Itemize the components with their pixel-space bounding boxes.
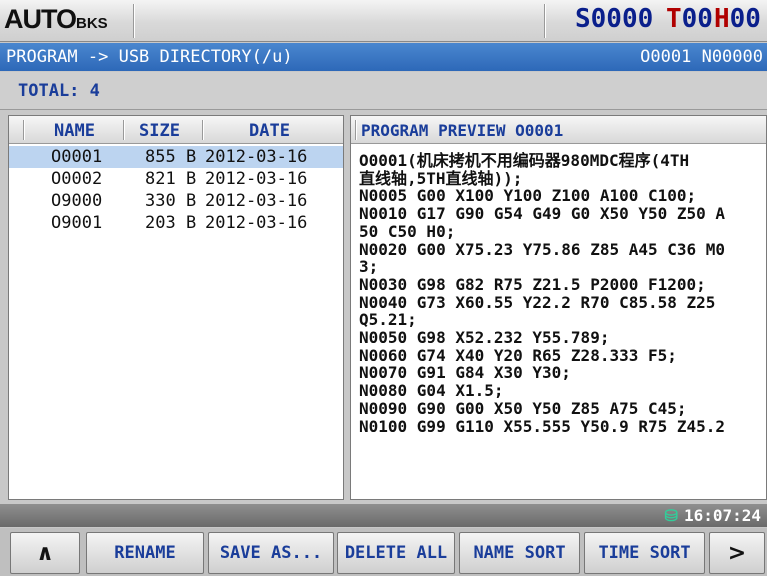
preview-header: PROGRAM PREVIEW O0001 xyxy=(351,116,766,144)
page-title: PROGRAM -> USB DIRECTORY(/u) xyxy=(6,47,293,67)
file-date: 2012-03-16 xyxy=(205,147,308,167)
preview-line: N0080 G04 X1.5; xyxy=(359,381,504,401)
file-row[interactable]: O9000 330 B 2012-03-16 xyxy=(9,190,343,212)
preview-line: N0010 G17 G90 G54 G49 G0 X50 Y50 Z50 A xyxy=(359,204,726,224)
preview-line: N0060 G74 X40 Y20 R65 Z28.333 F5; xyxy=(359,345,677,365)
top-status-bar: AUTOBKS S0000 T00 H00 xyxy=(0,0,767,42)
column-size[interactable]: SIZE xyxy=(139,121,180,141)
page-title-bar: PROGRAM -> USB DIRECTORY(/u) O0001 N0000… xyxy=(0,43,767,71)
clock: ⛁ 16:07:24 xyxy=(665,506,761,525)
preview-title: PROGRAM PREVIEW O0001 xyxy=(361,121,564,140)
file-date: 2012-03-16 xyxy=(205,213,308,233)
column-date[interactable]: DATE xyxy=(249,121,290,141)
softkey-bar: ∧ RENAME SAVE AS... DELETE ALL NAME SORT… xyxy=(0,528,767,576)
file-name: O0002 xyxy=(51,169,103,189)
file-date: 2012-03-16 xyxy=(205,169,308,189)
program-number: O0001 N00000 xyxy=(640,47,763,67)
file-size: 821 B xyxy=(145,169,197,189)
operation-mode: AUTOBKS xyxy=(4,4,108,34)
preview-line: 50 C50 H0; xyxy=(359,221,456,241)
preview-line: N0040 G73 X60.55 Y22.2 R70 C85.58 Z25 xyxy=(359,292,716,312)
file-size: 203 B xyxy=(145,213,197,233)
file-size: 330 B xyxy=(145,191,197,211)
usb-icon: ⛁ xyxy=(664,506,678,525)
file-name: O9000 xyxy=(51,191,103,211)
status-bar: ⛁ 16:07:24 xyxy=(0,504,767,527)
tool-number: T00 xyxy=(666,4,713,34)
operation-mode-sub: BKS xyxy=(76,15,108,32)
file-name: O0001 xyxy=(51,147,103,167)
column-divider xyxy=(202,120,204,140)
column-divider xyxy=(123,120,125,140)
spindle-speed: S0000 xyxy=(575,4,654,34)
offset-number: H00 xyxy=(714,4,761,34)
save-as-button[interactable]: SAVE AS... xyxy=(208,532,334,574)
time-sort-button[interactable]: TIME SORT xyxy=(584,532,705,574)
file-row[interactable]: O0001 855 B 2012-03-16 xyxy=(9,146,343,168)
file-row[interactable]: O0002 821 B 2012-03-16 xyxy=(9,168,343,190)
program-preview: PROGRAM PREVIEW O0001 O0001(机床拷机不用编码器980… xyxy=(350,115,767,500)
total-bar: TOTAL: 4 xyxy=(0,72,767,110)
preview-line: N0090 G90 G00 X50 Y50 Z85 A75 C45; xyxy=(359,398,687,418)
preview-line: N0100 G99 G110 X55.555 Y50.9 R75 Z45.2 xyxy=(359,416,726,436)
file-size: 855 B xyxy=(145,147,197,167)
preview-content: O0001(机床拷机不用编码器980MDC程序(4TH 直线轴,5TH直线轴));… xyxy=(359,151,766,436)
preview-line: Q5.21; xyxy=(359,310,417,330)
header-divider xyxy=(133,4,135,38)
file-row[interactable]: O9001 203 B 2012-03-16 xyxy=(9,212,343,234)
preview-line: N0020 G00 X75.23 Y75.86 Z85 A45 C36 M0 xyxy=(359,239,726,259)
preview-line: N0050 G98 X52.232 Y55.789; xyxy=(359,328,610,348)
preview-line: 3; xyxy=(359,257,379,277)
rename-button[interactable]: RENAME xyxy=(86,532,204,574)
total-count: TOTAL: 4 xyxy=(18,81,100,101)
column-name[interactable]: NAME xyxy=(54,121,95,141)
preview-line: N0030 G98 G82 R75 Z21.5 P2000 F1200; xyxy=(359,274,706,294)
file-list[interactable]: NAME SIZE DATE O0001 855 B 2012-03-16 O0002… xyxy=(8,115,344,500)
file-date: 2012-03-16 xyxy=(205,191,308,211)
preview-line: N0005 G00 X100 Y100 Z100 A100 C100; xyxy=(359,186,697,206)
prev-page-button[interactable]: ∧ xyxy=(10,532,80,574)
preview-line: O0001(机床拷机不用编码器980MDC程序(4TH xyxy=(359,151,690,170)
column-divider xyxy=(23,120,25,140)
preview-line: 直线轴,5TH直线轴)); xyxy=(359,168,523,188)
clock-time: 16:07:24 xyxy=(683,506,761,525)
name-sort-button[interactable]: NAME SORT xyxy=(459,532,580,574)
delete-all-button[interactable]: DELETE ALL xyxy=(337,532,455,574)
header-divider xyxy=(544,4,546,38)
next-page-button[interactable]: > xyxy=(709,532,765,574)
preview-line: N0070 G91 G84 X30 Y30; xyxy=(359,363,571,383)
file-name: O9001 xyxy=(51,213,103,233)
file-list-header: NAME SIZE DATE xyxy=(9,116,343,144)
